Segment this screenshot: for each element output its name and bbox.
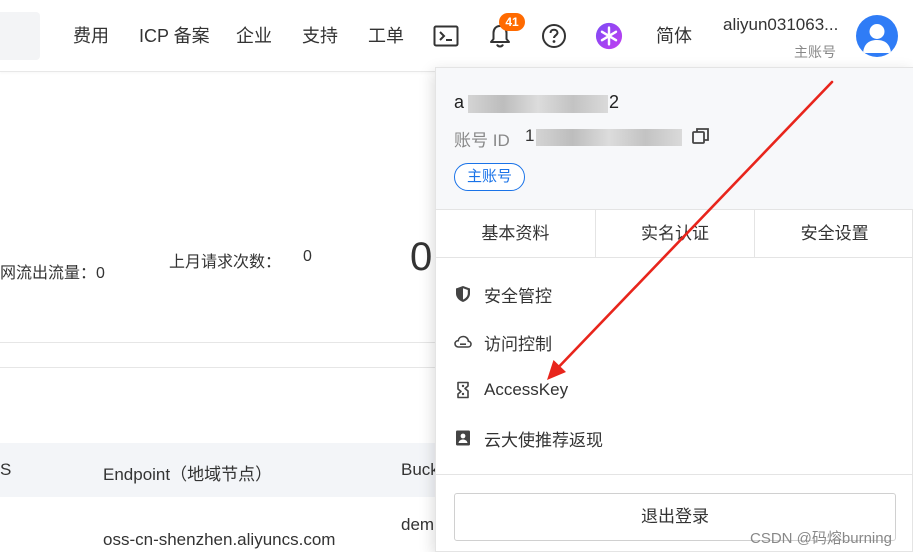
account-role: 主账号 (794, 44, 836, 60)
watermark-text: CSDN @码熔burning (750, 530, 892, 547)
main-account-tag: 主账号 (454, 163, 526, 191)
help-icon[interactable] (540, 22, 568, 50)
table-header-cell: Endpoint（地域节点） (103, 465, 273, 484)
redacted-account-name (468, 95, 608, 113)
redacted-account-id (536, 129, 682, 146)
account-tabs: 基本资料 实名认证 安全设置 (436, 210, 913, 258)
shield-icon (454, 285, 472, 303)
menu-item-label: AccessKey (484, 380, 569, 399)
menu-item-security-control[interactable]: 安全管控 (454, 280, 552, 308)
table-header-cell: Buck (401, 460, 439, 479)
terminal-icon[interactable] (432, 22, 460, 50)
ai-assistant-icon[interactable] (595, 22, 623, 50)
user-avatar-icon[interactable] (856, 15, 898, 57)
outflow-traffic-stat: 网流出流量：0 (0, 265, 105, 282)
menu-item-label: 访问控制 (484, 334, 552, 354)
account-name-prefix: a (454, 92, 465, 112)
account-dropdown: a 2 账号 ID 1 主账号 基本资料 实名认证 安全设置 安全管控 访问控制… (435, 67, 913, 552)
menu-item-label: 云大使推荐返现 (484, 430, 603, 450)
copy-icon[interactable] (691, 126, 711, 146)
account-id-prefix: 1 (525, 126, 535, 145)
requests-stat-value: 0 (303, 248, 312, 265)
table-header-cell: S (0, 460, 12, 479)
menu-item-label: 安全管控 (484, 286, 552, 306)
nav-link-support[interactable]: 支持 (302, 24, 338, 48)
menu-item-cloud-ambassador[interactable]: 云大使推荐返现 (454, 424, 603, 452)
key-icon (454, 381, 472, 399)
nav-link-enterprise[interactable]: 企业 (236, 24, 272, 48)
menu-item-accesskey[interactable]: AccessKey (454, 376, 568, 404)
section-divider (0, 342, 436, 343)
top-navbar: 费用 ICP 备案 企业 支持 工单 41 简体 aliyun031063...… (0, 0, 913, 72)
section-divider (0, 367, 436, 368)
account-name[interactable]: aliyun031063... (723, 15, 838, 35)
cloud-icon (454, 333, 472, 351)
big-stat-value: 0 (410, 235, 433, 279)
nav-link-icp[interactable]: ICP 备案 (139, 24, 210, 48)
account-id-label: 账号 ID (454, 131, 510, 150)
tab-real-name-auth[interactable]: 实名认证 (596, 210, 756, 258)
ambassador-icon (454, 429, 472, 447)
tab-security-settings[interactable]: 安全设置 (755, 210, 913, 258)
nav-link-fees[interactable]: 费用 (73, 24, 109, 48)
language-switch[interactable]: 简体 (656, 24, 692, 48)
table-header-row: S Endpoint（地域节点） Buck (0, 443, 439, 497)
account-name-suffix: 2 (609, 92, 620, 112)
requests-stat-label: 上月请求次数： (169, 254, 282, 271)
notification-badge: 41 (499, 13, 525, 31)
account-info-panel: a 2 账号 ID 1 主账号 (436, 68, 913, 210)
search-box[interactable] (0, 12, 40, 60)
nav-link-tickets[interactable]: 工单 (368, 24, 404, 48)
menu-divider (436, 474, 913, 475)
tab-basic-info[interactable]: 基本资料 (436, 210, 596, 258)
menu-item-access-control[interactable]: 访问控制 (454, 328, 552, 356)
table-cell: dem (401, 515, 435, 534)
table-cell: oss-cn-shenzhen.aliyuncs.com (103, 530, 336, 549)
